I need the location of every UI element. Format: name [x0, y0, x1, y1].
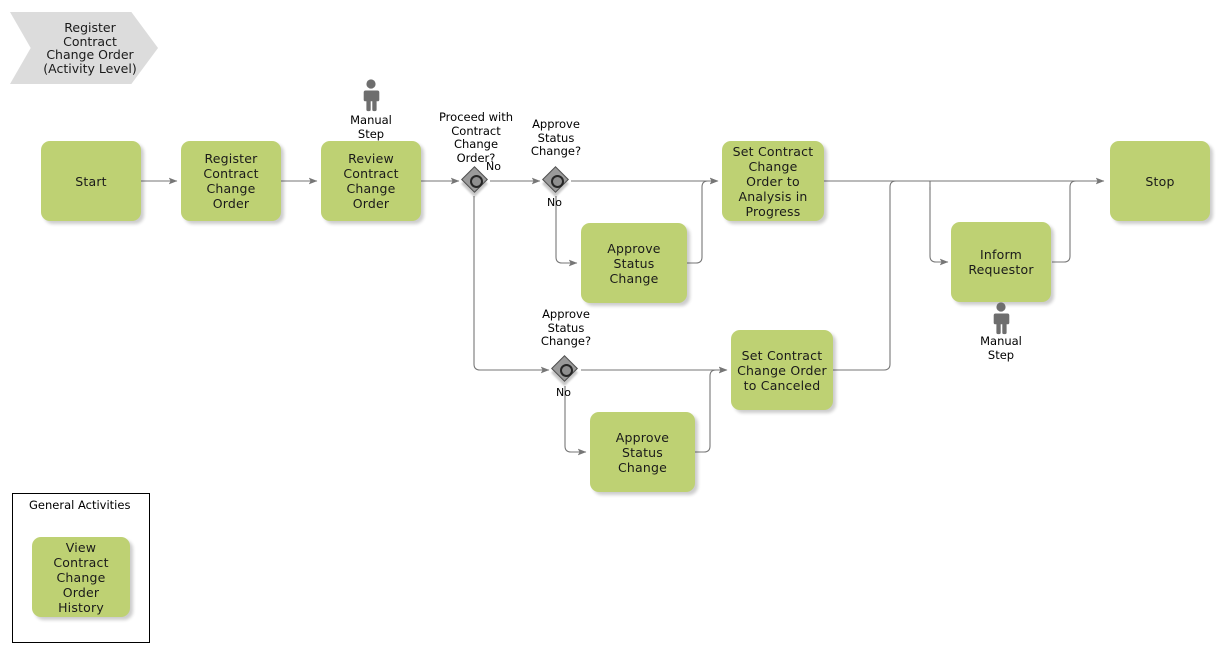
manual-step-person-icon — [360, 79, 382, 112]
gateway-inclusive-ring-icon — [550, 174, 564, 188]
node-approve-status-change-bottom-label: Approve Status Change — [615, 429, 670, 475]
node-approve-status-change-top[interactable]: Approve Status Change — [581, 223, 687, 303]
flow-inform-requestor-to-stop — [1052, 180, 1084, 263]
node-stop-label: Stop — [1145, 173, 1175, 189]
gateway-inclusive-ring-icon — [559, 363, 573, 377]
node-view-contract-change-order-history[interactable]: View Contract Change Order History — [32, 537, 130, 617]
node-review-label: Review Contract Change Order — [343, 151, 399, 211]
gateway-approve-status-change-top[interactable] — [542, 166, 571, 195]
gateway-inclusive-ring-icon — [469, 174, 483, 188]
flow-approve-bottom-task-to-set-canceled — [695, 366, 728, 453]
node-set-canceled-label: Set Contract Change Order to Canceled — [737, 347, 827, 393]
node-set-contract-change-order-to-canceled[interactable]: Set Contract Change Order to Canceled — [731, 330, 833, 410]
manual-step-inform-label: Manual Step — [980, 334, 1022, 362]
node-start-label: Start — [75, 173, 107, 189]
flow-approve-top-task-to-set-analysis — [687, 177, 719, 264]
gateway-proceed-no-label: No — [486, 160, 501, 173]
legend-title: General Activities — [29, 498, 131, 512]
node-approve-status-change-bottom[interactable]: Approve Status Change — [590, 412, 695, 492]
flow-set-canceled-to-main — [833, 180, 900, 371]
manual-step-person-icon — [990, 302, 1012, 335]
node-set-analysis-label: Set Contract Change Order to Analysis in… — [732, 143, 814, 219]
node-start[interactable]: Start — [41, 141, 141, 221]
node-review-contract-change-order[interactable]: Review Contract Change Order — [321, 141, 421, 221]
node-stop[interactable]: Stop — [1110, 141, 1210, 221]
gateway-approve-top-no-label: No — [547, 196, 562, 209]
connector-layer — [141, 177, 1105, 456]
gateway-approve-bottom-question-label: Approve Status Change? — [540, 307, 592, 348]
gateway-approve-status-change-bottom[interactable] — [551, 355, 580, 384]
pool-header-label: Register Contract Change Order (Activity… — [43, 20, 137, 76]
process-diagram-canvas: Register Contract Change Order (Activity… — [0, 0, 1220, 655]
manual-step-review-label: Manual Step — [350, 113, 392, 141]
gateway-approve-bottom-no-label: No — [556, 386, 571, 399]
node-view-history-label: View Contract Change Order History — [53, 539, 109, 615]
node-inform-requestor-label: Inform Requestor — [968, 247, 1034, 277]
node-register-contract-change-order[interactable]: Register Contract Change Order — [181, 141, 281, 221]
node-inform-requestor[interactable]: Inform Requestor — [951, 222, 1051, 302]
pool-header-register-contract-change-order: Register Contract Change Order (Activity… — [10, 12, 158, 84]
node-approve-status-change-top-label: Approve Status Change — [607, 240, 661, 286]
gateway-approve-top-question-label: Approve Status Change? — [530, 117, 582, 158]
node-set-contract-change-order-to-analysis-in-progress[interactable]: Set Contract Change Order to Analysis in… — [722, 141, 824, 221]
node-register-label: Register Contract Change Order — [203, 151, 259, 211]
flow-main-to-inform-requestor — [929, 187, 949, 266]
